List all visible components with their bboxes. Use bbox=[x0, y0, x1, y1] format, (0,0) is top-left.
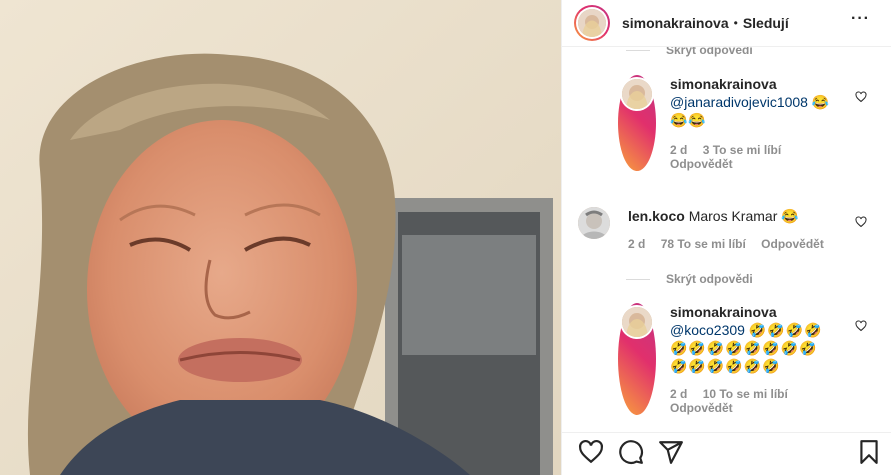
like-count[interactable]: 10 To se mi líbí bbox=[703, 387, 788, 401]
bookmark-icon[interactable] bbox=[856, 439, 882, 465]
comment: len.koco Maros Kramar 😂 2 d 78 To se mi … bbox=[578, 207, 868, 251]
reply-button[interactable]: Odpovědět bbox=[670, 401, 733, 415]
divider-line bbox=[626, 49, 650, 51]
video-frame bbox=[0, 0, 561, 475]
comment-text: Maros Kramar bbox=[688, 208, 778, 224]
comment-age[interactable]: 2 d bbox=[670, 387, 687, 401]
divider-line bbox=[626, 278, 650, 280]
post-header: simonakrainova • Sledují ··· bbox=[562, 0, 891, 47]
hide-replies-mid[interactable]: Skrýt odpovědi bbox=[626, 272, 753, 286]
hide-replies-label: Skrýt odpovědi bbox=[666, 47, 753, 57]
emoji: 😂 bbox=[811, 94, 831, 110]
like-comment-heart-icon[interactable] bbox=[855, 216, 867, 228]
comment-age[interactable]: 2 d bbox=[628, 237, 645, 251]
avatar bbox=[578, 9, 606, 37]
emoji: 🤣🤣🤣🤣🤣🤣 bbox=[670, 358, 781, 374]
reply-button[interactable]: Odpovědět bbox=[670, 157, 733, 171]
following-button[interactable]: Sledují bbox=[743, 15, 789, 31]
like-count[interactable]: 3 To se mi líbí bbox=[703, 143, 781, 157]
comment-icon[interactable] bbox=[618, 439, 644, 465]
separator-dot: • bbox=[733, 16, 738, 30]
post-media[interactable] bbox=[0, 0, 561, 475]
post-actions-bar bbox=[562, 432, 891, 475]
post-sidebar: simonakrainova • Sledují ··· Skrýt odpov… bbox=[561, 0, 891, 475]
avatar bbox=[622, 79, 652, 109]
more-options-icon[interactable]: ··· bbox=[851, 10, 870, 28]
emoji: 😂 bbox=[781, 208, 800, 224]
like-comment-heart-icon[interactable] bbox=[855, 320, 867, 332]
avatar[interactable] bbox=[578, 207, 610, 239]
reply-button[interactable]: Odpovědět bbox=[761, 237, 824, 251]
mention-link[interactable]: @janaradivojevic1008 bbox=[670, 94, 808, 110]
post-author-username[interactable]: simonakrainova bbox=[622, 15, 729, 31]
reply-username[interactable]: simonakrainova bbox=[670, 76, 777, 92]
comments-list[interactable]: Skrýt odpovědi simonakrainova @janaradiv… bbox=[562, 47, 891, 432]
comment-age[interactable]: 2 d bbox=[670, 143, 687, 157]
emoji: 🤣🤣🤣🤣🤣🤣🤣🤣 bbox=[670, 340, 818, 356]
share-icon[interactable] bbox=[658, 439, 684, 465]
profile-avatar-ring[interactable] bbox=[574, 5, 610, 41]
like-heart-icon[interactable] bbox=[578, 439, 604, 465]
emoji: 😂😂 bbox=[670, 112, 707, 128]
hide-replies-top[interactable]: Skrýt odpovědi bbox=[626, 47, 753, 57]
reply-username[interactable]: simonakrainova bbox=[670, 304, 777, 320]
like-count[interactable]: 78 To se mi líbí bbox=[661, 237, 746, 251]
avatar bbox=[622, 307, 652, 337]
reply-avatar-ring[interactable] bbox=[618, 303, 656, 415]
emoji: 🤣🤣🤣🤣 bbox=[748, 322, 823, 338]
hide-replies-label: Skrýt odpovědi bbox=[666, 272, 753, 286]
reply-avatar-ring[interactable] bbox=[618, 75, 656, 171]
reply-comment: simonakrainova @janaradivojevic1008 😂 😂😂… bbox=[618, 75, 868, 171]
comment-username[interactable]: len.koco bbox=[628, 208, 685, 224]
mention-link[interactable]: @koco2309 bbox=[670, 322, 745, 338]
like-comment-heart-icon[interactable] bbox=[855, 91, 867, 103]
reply-comment: simonakrainova @koco2309 🤣🤣🤣🤣 🤣🤣🤣🤣🤣🤣🤣🤣 🤣… bbox=[618, 303, 868, 415]
